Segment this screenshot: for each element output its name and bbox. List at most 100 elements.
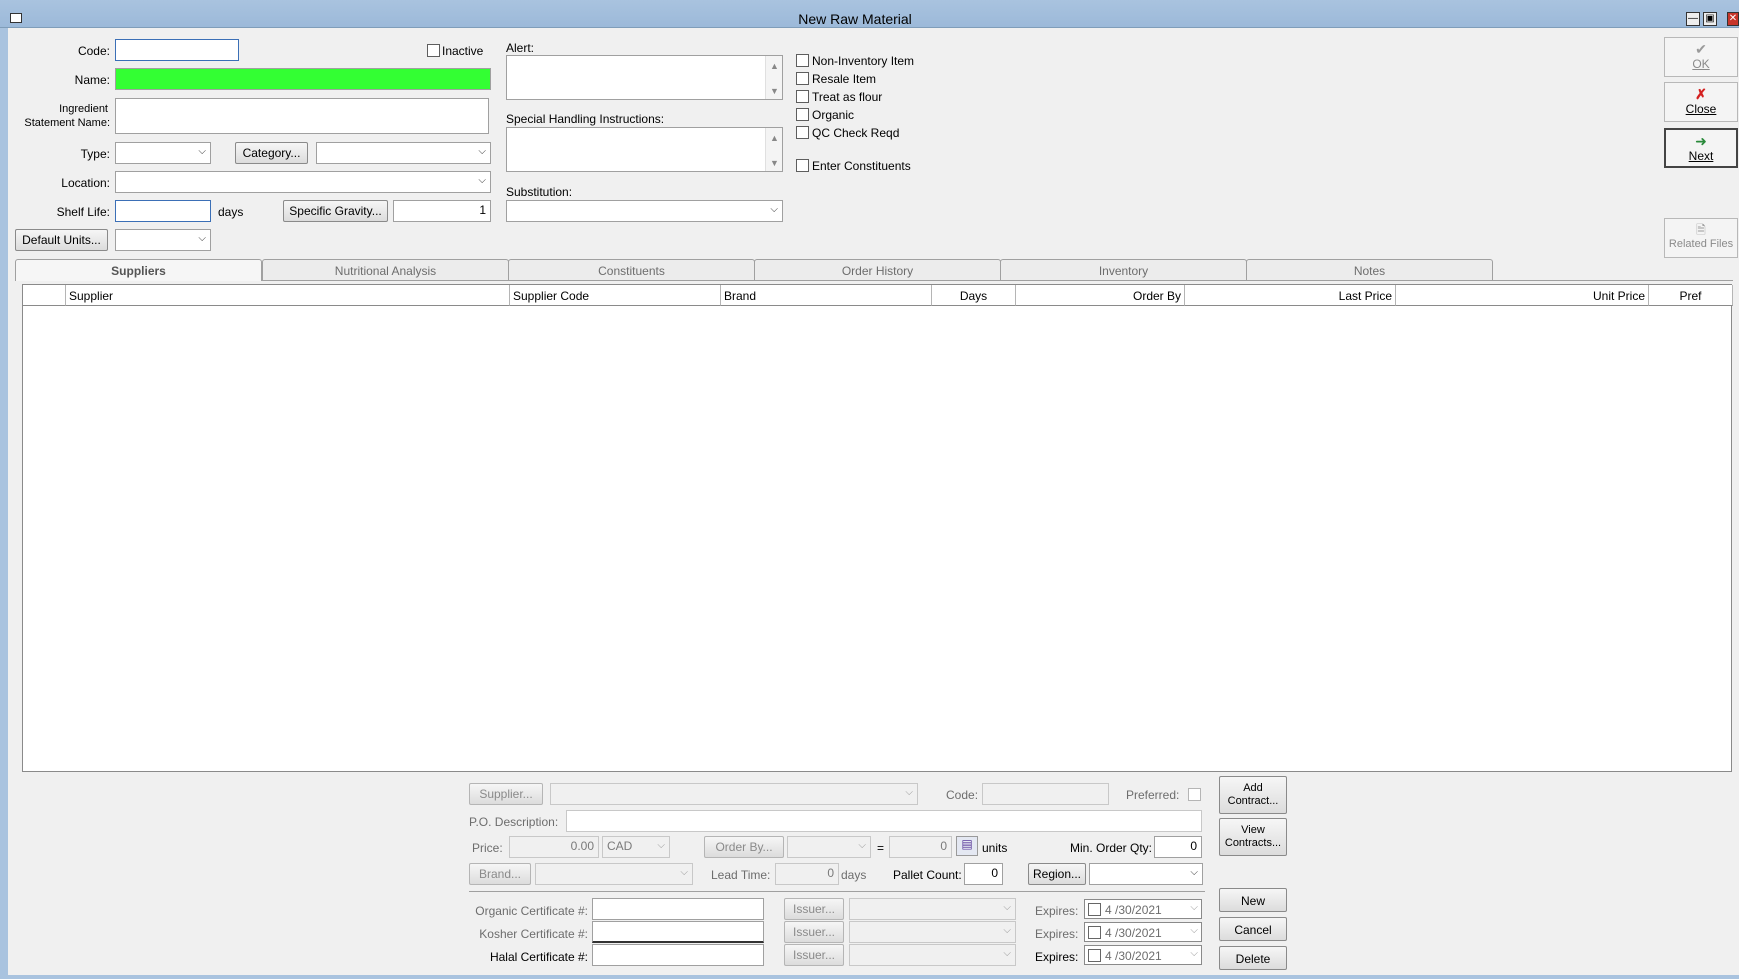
related-files-button[interactable]: 🗎 Related Files	[1664, 218, 1738, 258]
kosher-cert-input[interactable]	[592, 921, 764, 943]
location-select[interactable]: ⌵	[115, 171, 491, 193]
delete-button[interactable]: Delete	[1219, 946, 1287, 970]
location-label: Location:	[61, 176, 110, 190]
column-pref[interactable]: Pref	[1649, 285, 1733, 306]
halal-issuer-select[interactable]: ⌵	[849, 944, 1016, 966]
new-button[interactable]: New	[1219, 888, 1287, 912]
substitution-label: Substitution:	[506, 185, 573, 199]
shelf-life-label: Shelf Life:	[56, 205, 110, 219]
view-contracts-button[interactable]: View Contracts...	[1219, 818, 1287, 856]
preferred-checkbox[interactable]	[1188, 788, 1201, 801]
substitution-select[interactable]: ⌵	[506, 200, 783, 222]
halal-expires-checkbox[interactable]	[1088, 949, 1101, 962]
chevron-down-icon: ⌵	[1003, 925, 1011, 936]
suppliers-grid[interactable]: Supplier Supplier Code Brand Days Order …	[22, 284, 1733, 772]
halal-issuer-button[interactable]: Issuer...	[784, 944, 844, 966]
organic-issuer-select[interactable]: ⌵	[849, 898, 1016, 920]
order-by-button[interactable]: Order By...	[704, 836, 784, 858]
category-button[interactable]: Category...	[235, 142, 308, 164]
price-input[interactable]: 0.00	[509, 836, 599, 858]
close-button[interactable]: ✗ Close	[1664, 82, 1738, 122]
column-last-price[interactable]: Last Price	[1185, 285, 1396, 306]
column-days[interactable]: Days	[932, 285, 1016, 306]
alert-textarea[interactable]: ▲ ▼	[506, 55, 783, 100]
books-icon[interactable]: ▤	[956, 836, 978, 856]
cancel-button[interactable]: Cancel	[1219, 917, 1287, 941]
tab-constituents[interactable]: Constituents	[508, 259, 755, 280]
close-window-button[interactable]: ✕	[1727, 12, 1739, 26]
supplier-button[interactable]: Supplier...	[469, 783, 543, 805]
brand-button[interactable]: Brand...	[469, 863, 531, 885]
specific-gravity-button[interactable]: Specific Gravity...	[283, 200, 388, 222]
halal-cert-input[interactable]	[592, 944, 764, 966]
special-handling-textarea[interactable]: ▲ ▼	[506, 127, 783, 172]
kosher-issuer-select[interactable]: ⌵	[849, 921, 1016, 943]
tab-suppliers[interactable]: Suppliers	[15, 259, 262, 281]
tab-order-history[interactable]: Order History	[754, 259, 1001, 280]
kosher-issuer-button[interactable]: Issuer...	[784, 921, 844, 943]
ingredient-statement-input[interactable]	[115, 98, 489, 134]
next-button[interactable]: ➜ Next	[1664, 128, 1738, 168]
default-units-select[interactable]: ⌵	[115, 229, 211, 251]
halal-expires-date[interactable]: 4 /30/2021 ⌵	[1084, 945, 1202, 965]
tab-notes[interactable]: Notes	[1246, 259, 1493, 280]
supplier-select[interactable]: ⌵	[550, 783, 918, 805]
tab-inventory[interactable]: Inventory	[1000, 259, 1247, 280]
shelf-life-days-label: days	[218, 205, 244, 219]
chevron-down-icon: ⌵	[905, 787, 913, 798]
resale-checkbox[interactable]	[796, 72, 809, 85]
halal-expires-label: Expires:	[1035, 950, 1079, 964]
units-label: units	[982, 841, 1008, 855]
organic-label: Organic	[812, 108, 855, 122]
category-select[interactable]: ⌵	[316, 142, 491, 164]
region-button[interactable]: Region...	[1028, 863, 1086, 885]
treat-as-flour-checkbox[interactable]	[796, 90, 809, 103]
inactive-checkbox[interactable]	[427, 44, 440, 57]
organic-issuer-button[interactable]: Issuer...	[784, 898, 844, 920]
minimize-button[interactable]: —	[1686, 12, 1700, 26]
column-brand[interactable]: Brand	[721, 285, 932, 306]
currency-select[interactable]: CAD ⌵	[602, 836, 670, 858]
non-inventory-checkbox[interactable]	[796, 54, 809, 67]
column-supplier[interactable]: Supplier	[66, 285, 510, 306]
organic-cert-input[interactable]	[592, 898, 764, 920]
add-contract-button[interactable]: Add Contract...	[1219, 776, 1287, 814]
special-handling-scrollbar[interactable]: ▲ ▼	[765, 128, 782, 171]
po-description-label: P.O. Description:	[469, 815, 559, 829]
chevron-down-icon: ⌵	[1003, 902, 1011, 913]
po-description-input[interactable]	[566, 810, 1202, 832]
min-order-input[interactable]: 0	[1154, 836, 1202, 858]
enter-constituents-checkbox[interactable]	[796, 159, 809, 172]
pallet-count-input[interactable]: 0	[964, 863, 1003, 885]
order-by-select[interactable]: ⌵	[787, 836, 871, 858]
type-select[interactable]: ⌵	[115, 142, 211, 164]
ok-button[interactable]: ✔ OK	[1664, 37, 1738, 77]
organic-checkbox[interactable]	[796, 108, 809, 121]
column-order-by[interactable]: Order By	[1016, 285, 1185, 306]
organic-expires-date[interactable]: 4 /30/2021 ⌵	[1084, 899, 1202, 919]
lead-time-input[interactable]: 0	[775, 863, 839, 885]
kosher-expires-checkbox[interactable]	[1088, 926, 1101, 939]
halal-expires-value: 4 /30/2021	[1105, 949, 1162, 963]
organic-cert-label: Organic Certificate #:	[475, 904, 588, 918]
maximize-button[interactable]: ▣	[1703, 12, 1717, 26]
column-supplier-code[interactable]: Supplier Code	[510, 285, 721, 306]
units-input[interactable]: 0	[889, 836, 952, 858]
brand-select[interactable]: ⌵	[535, 863, 693, 885]
organic-expires-checkbox[interactable]	[1088, 903, 1101, 916]
default-units-button[interactable]: Default Units...	[15, 229, 108, 251]
kosher-expires-value: 4 /30/2021	[1105, 926, 1162, 940]
close-icon: ✗	[1695, 86, 1707, 102]
tab-nutritional-analysis[interactable]: Nutritional Analysis	[262, 259, 509, 280]
region-select[interactable]: ⌵	[1089, 863, 1203, 885]
name-input[interactable]	[115, 68, 491, 90]
qc-check-checkbox[interactable]	[796, 126, 809, 139]
shelf-life-input[interactable]	[115, 200, 211, 222]
alert-scrollbar[interactable]: ▲ ▼	[765, 56, 782, 99]
column-unit-price[interactable]: Unit Price	[1396, 285, 1649, 306]
specific-gravity-input[interactable]: 1	[393, 200, 491, 222]
currency-value: CAD	[607, 839, 633, 853]
code-input[interactable]	[115, 39, 239, 61]
supplier-code-input[interactable]	[982, 783, 1109, 805]
kosher-expires-date[interactable]: 4 /30/2021 ⌵	[1084, 922, 1202, 942]
